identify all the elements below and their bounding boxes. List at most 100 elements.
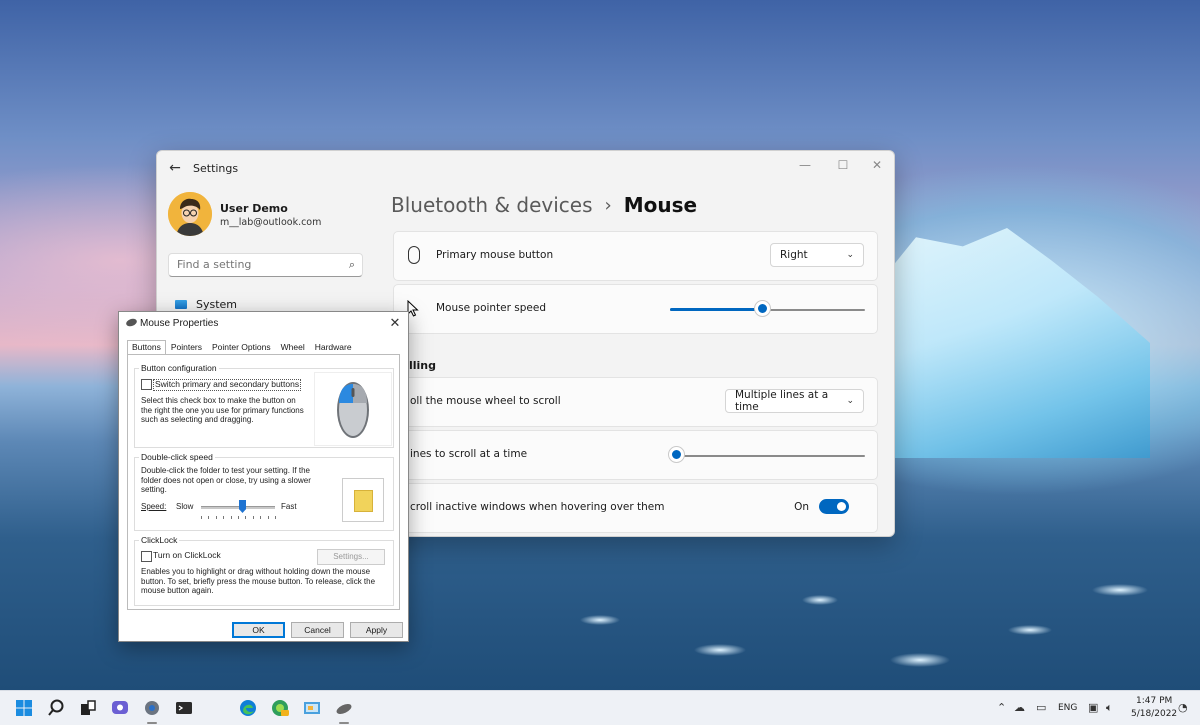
switch-buttons-label[interactable]: Switch primary and secondary buttons bbox=[153, 379, 302, 391]
user-name: User Demo bbox=[220, 202, 288, 215]
breadcrumb-separator: › bbox=[604, 194, 612, 216]
slider-tick bbox=[223, 516, 224, 519]
scroll-mode-value: Multiple lines at a time bbox=[735, 389, 829, 413]
speed-label: Speed: bbox=[141, 502, 167, 511]
double-click-group: Double-click speed Double-click the fold… bbox=[134, 452, 394, 531]
lines-to-scroll-track[interactable] bbox=[670, 455, 865, 457]
slider-tick bbox=[201, 516, 202, 519]
monitor-icon bbox=[175, 300, 187, 309]
fast-label: Fast bbox=[281, 502, 297, 511]
slider-tick bbox=[275, 516, 276, 519]
clicklock-checkbox[interactable] bbox=[141, 551, 152, 562]
ok-button[interactable]: OK bbox=[232, 622, 285, 638]
start-icon[interactable] bbox=[15, 699, 33, 717]
pointer-speed-fill bbox=[670, 308, 762, 311]
mouse-icon bbox=[125, 317, 138, 328]
tab-strip: Buttons Pointers Pointer Options Wheel H… bbox=[127, 340, 357, 355]
primary-button-dropdown[interactable]: Right ⌄ bbox=[770, 243, 864, 267]
taskbar: ⌃ ☁ ▭ ENG ▣ 🔈︎ 1:47 PM 5/18/2022 ◔ bbox=[0, 690, 1200, 725]
pointer-speed-card: Mouse pointer speed bbox=[393, 284, 878, 334]
chevron-down-icon: ⌄ bbox=[846, 396, 854, 406]
close-icon[interactable]: ✕ bbox=[862, 155, 892, 175]
clicklock-settings-button[interactable]: Settings... bbox=[317, 549, 385, 565]
avatar[interactable] bbox=[168, 192, 212, 236]
edge-canary-icon[interactable] bbox=[271, 699, 289, 717]
scroll-mode-dropdown[interactable]: Multiple lines at a time ⌄ bbox=[725, 389, 864, 413]
sidebar-item-system[interactable]: System bbox=[175, 298, 237, 311]
edge-icon[interactable] bbox=[239, 699, 257, 717]
folder-icon bbox=[354, 490, 373, 512]
mouse-icon[interactable] bbox=[335, 699, 353, 717]
onedrive-icon[interactable]: ☁ bbox=[1014, 701, 1025, 714]
scroll-mode-card: oll the mouse wheel to scroll Multiple l… bbox=[393, 377, 878, 427]
inactive-scroll-label: croll inactive windows when hovering ove… bbox=[410, 501, 665, 513]
chat-icon[interactable] bbox=[111, 699, 129, 717]
primary-button-value: Right bbox=[780, 249, 808, 261]
minimize-icon[interactable]: — bbox=[790, 155, 820, 175]
group-title: Button configuration bbox=[139, 363, 219, 373]
close-icon[interactable]: ✕ bbox=[386, 314, 404, 332]
page-title: Mouse bbox=[623, 193, 698, 217]
pointer-speed-label: Mouse pointer speed bbox=[436, 302, 547, 314]
switch-buttons-checkbox[interactable] bbox=[141, 379, 152, 390]
clicklock-label[interactable]: Turn on ClickLock bbox=[153, 550, 221, 561]
breadcrumb: Bluetooth & devices › Mouse bbox=[391, 193, 697, 217]
scrolling-header: lling bbox=[409, 359, 437, 372]
search-icon: ⌕ bbox=[348, 258, 355, 271]
inactive-scroll-toggle[interactable] bbox=[819, 499, 849, 514]
primary-button-label: Primary mouse button bbox=[436, 249, 554, 261]
test-folder[interactable] bbox=[342, 478, 384, 522]
network-status-icon[interactable]: ▣ bbox=[1088, 701, 1098, 714]
settings-icon[interactable] bbox=[143, 699, 161, 717]
slider-tick bbox=[253, 516, 254, 519]
group-title: Double-click speed bbox=[139, 452, 215, 462]
button-config-group: Button configuration Switch primary and … bbox=[134, 363, 394, 448]
breadcrumb-parent[interactable]: Bluetooth & devices bbox=[391, 193, 593, 217]
apply-button[interactable]: Apply bbox=[350, 622, 403, 638]
chevron-up-icon[interactable]: ⌃ bbox=[997, 701, 1006, 714]
clock-time[interactable]: 1:47 PM bbox=[1136, 696, 1172, 706]
search-field[interactable]: ⌕ bbox=[168, 253, 363, 277]
back-arrow-icon[interactable]: ← bbox=[167, 160, 183, 176]
double-click-description: Double-click the folder to test your set… bbox=[141, 466, 311, 494]
settings-titlebar: ← Settings — ☐ ✕ bbox=[157, 151, 894, 185]
lines-to-scroll-thumb[interactable] bbox=[669, 447, 684, 462]
search-input[interactable] bbox=[175, 257, 339, 272]
cancel-button[interactable]: Cancel bbox=[291, 622, 344, 638]
mouse-illustration bbox=[314, 372, 392, 446]
group-title: ClickLock bbox=[139, 535, 180, 545]
dialog-title: Mouse Properties bbox=[140, 318, 219, 329]
slider-tick bbox=[216, 516, 217, 519]
slider-tick bbox=[260, 516, 261, 519]
slider-tick bbox=[208, 516, 209, 519]
mouse-properties-dialog: Mouse Properties ✕ Buttons Pointers Poin… bbox=[118, 311, 409, 642]
inactive-scroll-card: croll inactive windows when hovering ove… bbox=[393, 483, 878, 533]
notifications-icon[interactable]: ◔ bbox=[1178, 701, 1188, 714]
switch-buttons-description: Select this check box to make the button… bbox=[141, 396, 304, 424]
clicklock-group: ClickLock Turn on ClickLock Settings... … bbox=[134, 535, 394, 606]
slider-tick bbox=[268, 516, 269, 519]
terminal-icon[interactable] bbox=[175, 699, 193, 717]
toggle-state-label: On bbox=[794, 501, 809, 513]
slider-tick bbox=[231, 516, 232, 519]
lines-to-scroll-card: ines to scroll at a time bbox=[393, 430, 878, 480]
search-icon[interactable] bbox=[47, 699, 65, 717]
double-click-thumb[interactable] bbox=[239, 500, 246, 513]
slider-tick bbox=[245, 516, 246, 519]
language-indicator[interactable]: ENG bbox=[1058, 703, 1077, 713]
buttons-tab-panel: Button configuration Switch primary and … bbox=[127, 354, 400, 610]
pointer-speed-thumb[interactable] bbox=[755, 301, 770, 316]
sidebar-item-label: System bbox=[196, 298, 238, 311]
volume-icon[interactable]: 🔈︎ bbox=[1106, 701, 1113, 715]
control-panel-icon[interactable] bbox=[303, 699, 321, 717]
user-email: m__lab@outlook.com bbox=[220, 217, 322, 228]
double-click-track[interactable] bbox=[201, 506, 275, 509]
clock-date[interactable]: 5/18/2022 bbox=[1131, 709, 1177, 719]
maximize-icon[interactable]: ☐ bbox=[828, 155, 858, 175]
network-icon[interactable]: ▭ bbox=[1036, 701, 1046, 714]
task-view-icon[interactable] bbox=[79, 699, 97, 717]
chevron-down-icon: ⌄ bbox=[846, 250, 854, 260]
tab-buttons[interactable]: Buttons bbox=[127, 340, 166, 355]
user-avatar-icon bbox=[168, 192, 212, 236]
ice-floes bbox=[560, 560, 1200, 690]
